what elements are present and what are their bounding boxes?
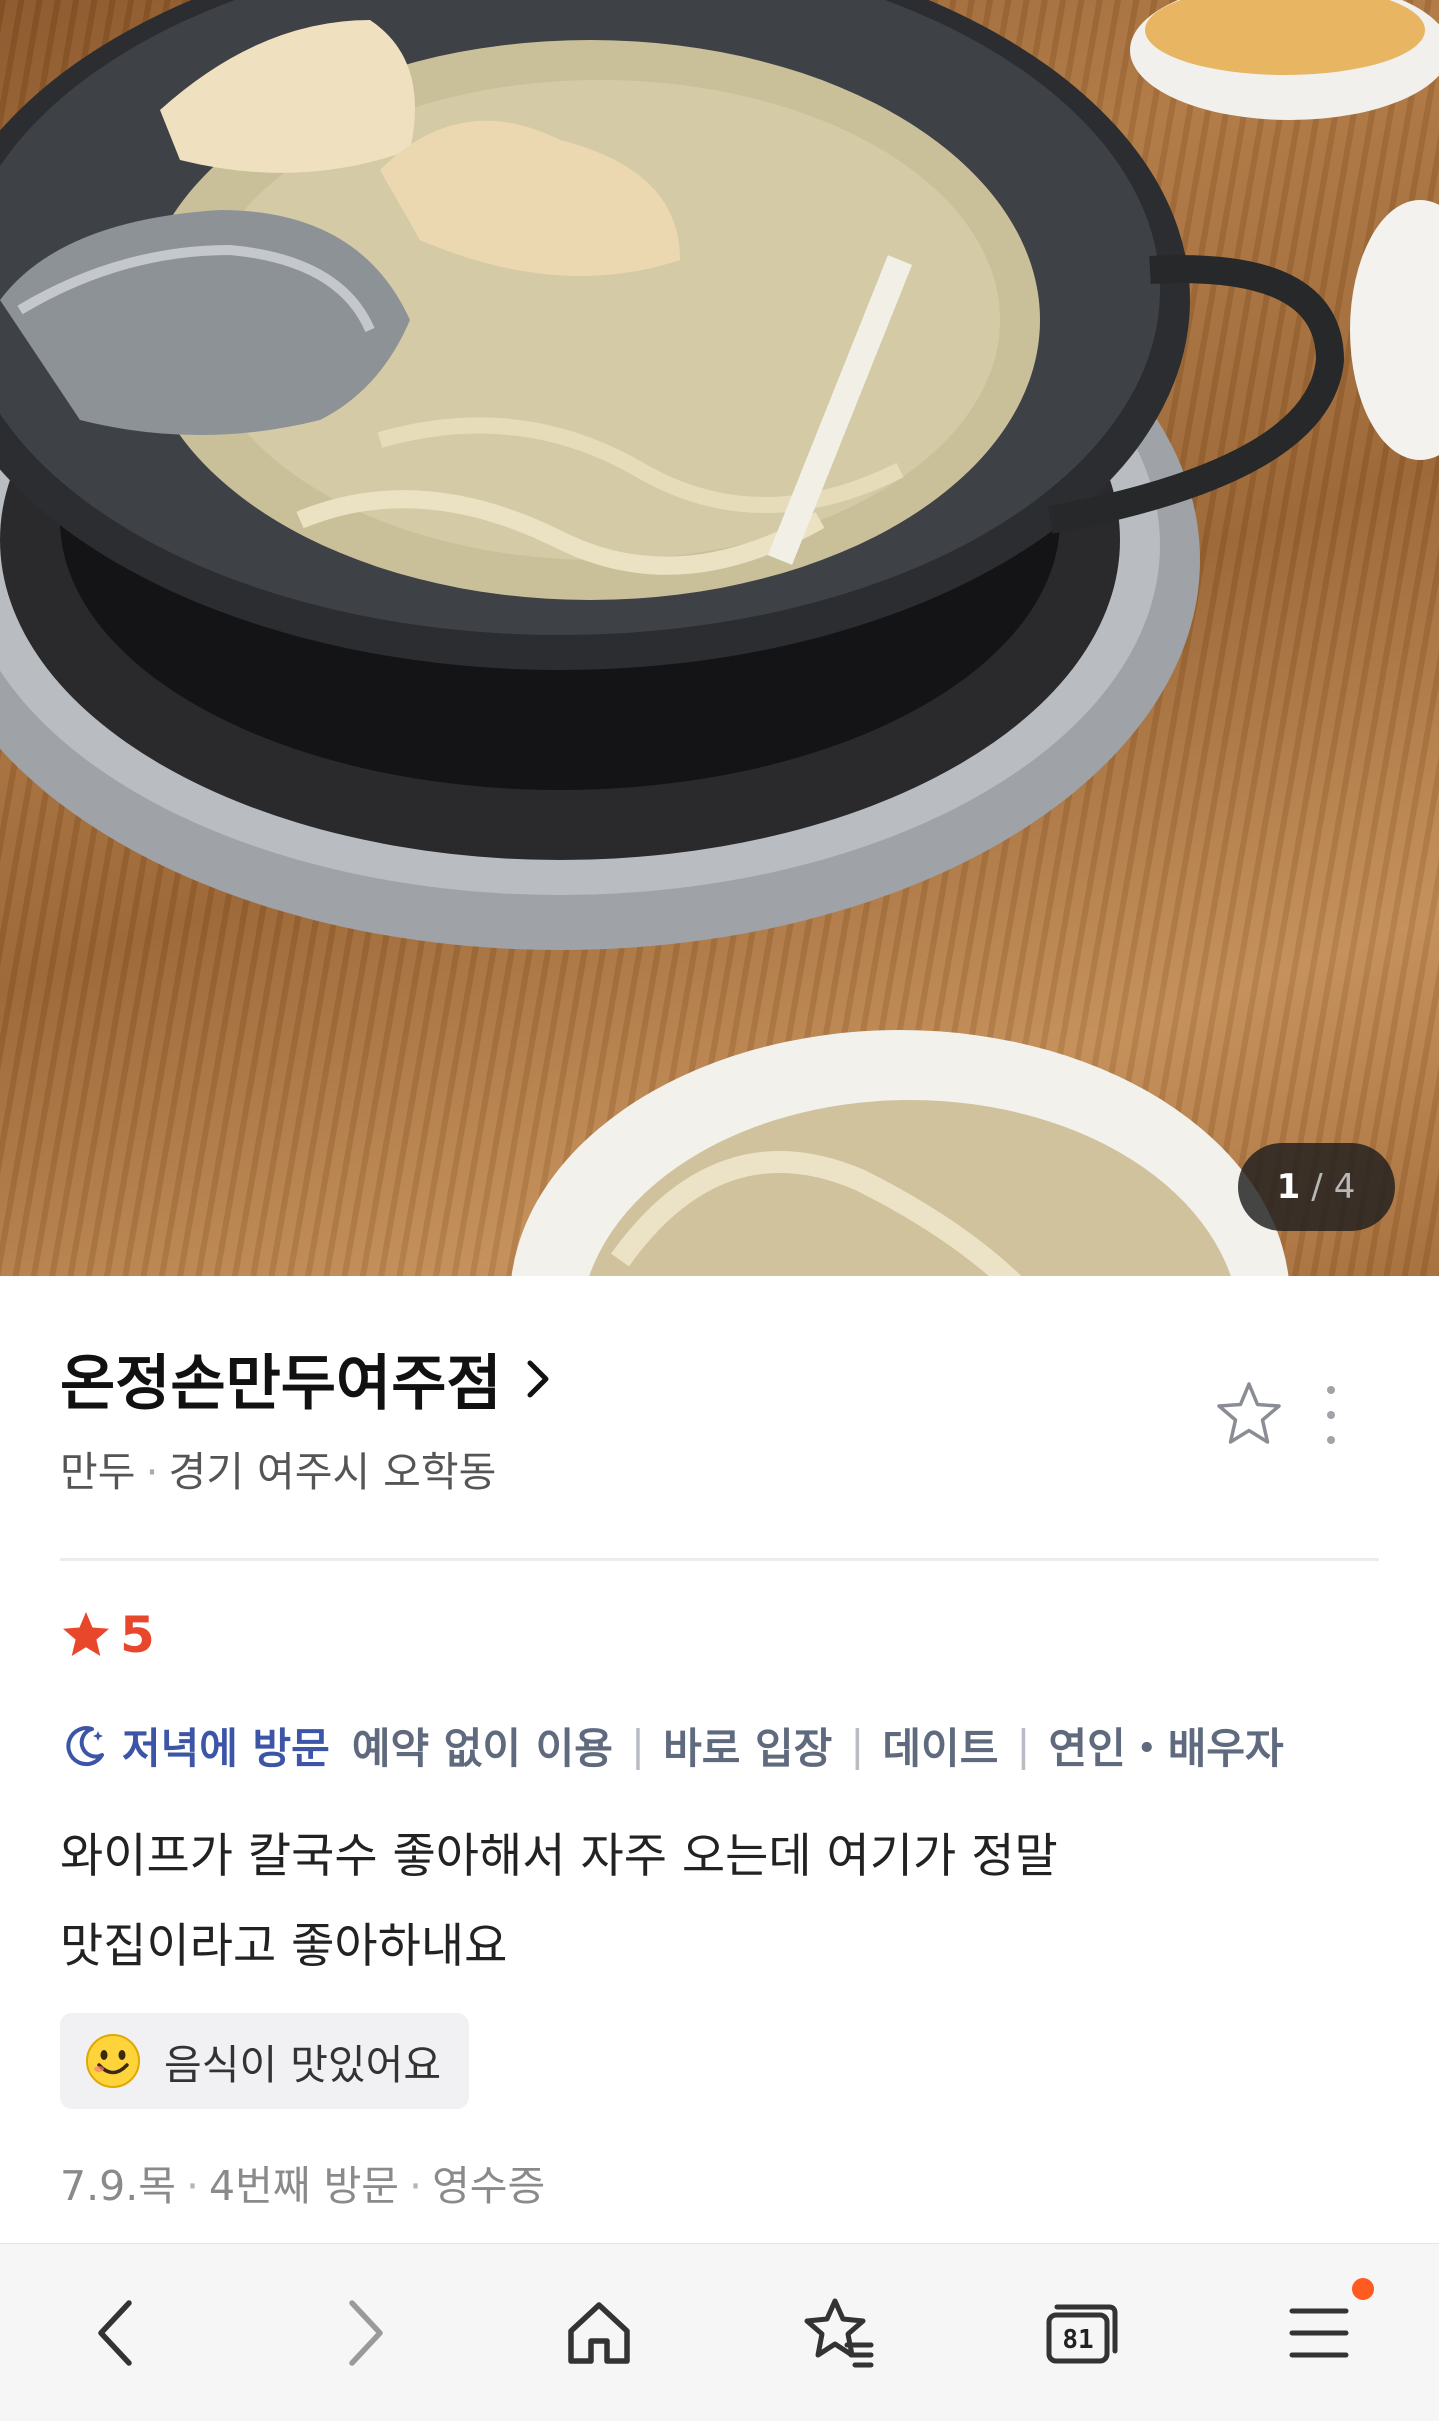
tag-item: 데이트 [882,1724,999,1773]
star-outline-icon [1217,1382,1281,1444]
photo-counter: 1 / 4 [1238,1143,1395,1231]
photo-counter-separator: / [1311,1167,1324,1207]
menu-icon [1289,2308,1349,2357]
forward-icon [349,2299,383,2366]
bookmarks-button[interactable] [774,2244,904,2421]
place-location: 경기 여주시 오학동 [168,1448,497,1496]
review-text-line: 와이프가 칼국수 좋아해서 자주 오는데 여기가 정말 [60,1829,1058,1884]
browser-toolbar: 81 [0,2243,1439,2421]
chevron-right-icon [527,1360,549,1397]
rating-value: 5 [120,1606,155,1664]
section-divider [60,1558,1379,1561]
photo-counter-total: 4 [1333,1167,1357,1207]
place-name: 온정손만두여주점 [60,1349,502,1419]
visit-tags: 저녁에 방문 예약 없이 이용 | 바로 입장 | 데이트 | 연인・배우자 [62,1715,1284,1776]
moon-icon [66,1725,104,1766]
notification-dot [1352,2278,1374,2300]
forward-button[interactable] [299,2244,429,2421]
visit-meta: 7.9.목 · 4번째 방문 · 영수증 [60,2152,545,2212]
verification-type: 영수증 [432,2162,546,2210]
home-icon [568,2301,630,2364]
tag-separator: | [1016,1721,1031,1770]
more-vertical-icon [1327,1386,1335,1444]
separator-dot: · [185,2162,200,2210]
place-meta: 만두 · 경기 여주시 오학동 [60,1438,496,1498]
more-options-button[interactable] [1311,1380,1351,1450]
bookmark-star-icon [804,2298,874,2367]
smile-emoji-icon [86,2034,140,2088]
tag-item: 예약 없이 이용 [351,1724,613,1773]
visit-count: 4번째 방문 [209,2162,400,2210]
tab-count: 81 [1062,2325,1093,2355]
separator-dot: · [409,2162,423,2210]
favorite-button[interactable] [1213,1378,1285,1450]
food-photo-illustration [0,0,1439,1276]
review-photo[interactable]: 1 / 4 [0,0,1439,1276]
tag-item: 연인・배우자 [1048,1724,1284,1773]
keyword-label: 음식이 맛있어요 [164,2041,442,2089]
tabs-button[interactable]: 81 [1014,2244,1144,2421]
menu-button[interactable] [1254,2244,1384,2421]
tabs-icon: 81 [1046,2304,1118,2363]
back-button[interactable] [52,2244,182,2421]
place-category: 만두 [60,1448,136,1496]
separator-dot: · [145,1448,159,1496]
tag-item: 바로 입장 [663,1724,833,1773]
home-button[interactable] [534,2244,664,2421]
photo-counter-current: 1 [1276,1167,1302,1207]
review-text-line: 맛집이라고 좋아하내요 [60,1919,508,1974]
review-rating: 5 [60,1606,155,1664]
tag-separator: | [630,1721,646,1770]
visit-date: 7.9.목 [60,2162,176,2210]
keyword-chip: 음식이 맛있어요 [60,2013,470,2109]
star-filled-icon [63,1612,109,1656]
place-name-link[interactable]: 온정손만두여주점 [60,1335,556,1422]
review-text: 와이프가 칼국수 좋아해서 자주 오는데 여기가 정말 맛집이라고 좋아하내요 [60,1812,1380,1992]
visit-time: 저녁에 방문 [122,1724,330,1773]
tag-separator: | [850,1721,865,1770]
back-icon [98,2299,132,2366]
